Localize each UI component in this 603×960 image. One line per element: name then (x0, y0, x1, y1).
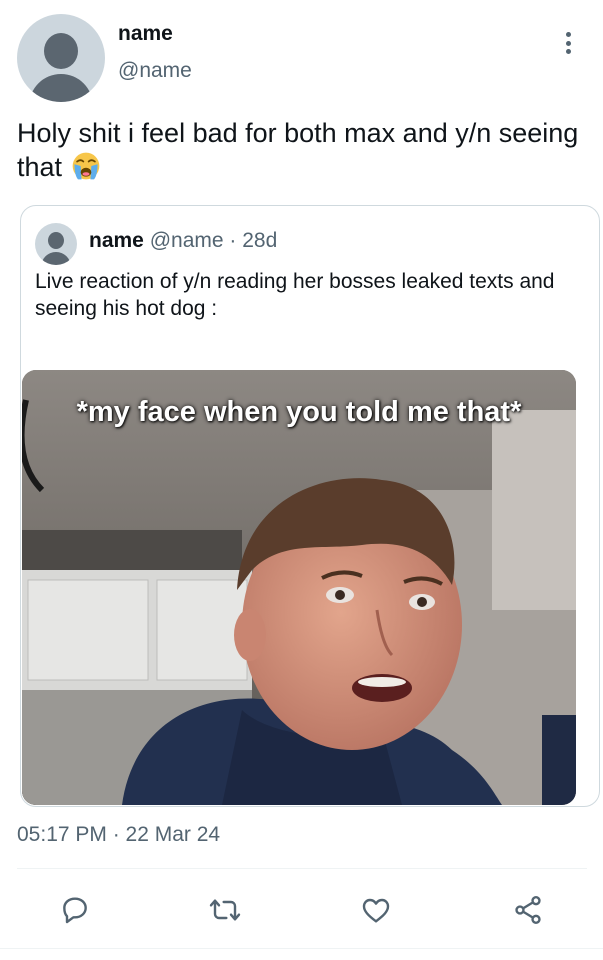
like-icon (362, 898, 390, 923)
reply-icon (63, 897, 87, 924)
share-button[interactable] (508, 890, 548, 930)
tweet-timestamp[interactable]: 05:17 PM · 22 Mar 24 (17, 823, 220, 847)
reply-button[interactable] (55, 890, 95, 930)
share-icon (515, 896, 541, 924)
meme-caption: *my face when you told me that* (76, 396, 522, 428)
author-handle[interactable]: @name (118, 59, 192, 83)
retweet-button[interactable] (205, 890, 245, 930)
quoted-tweet-text: Live reaction of y/n reading her bosses … (35, 270, 555, 320)
quoted-tweet-card[interactable]: name @name · 28d Live reaction of y/n re… (20, 205, 600, 807)
retweet-icon (209, 899, 241, 921)
loudly-crying-face-icon (72, 152, 99, 180)
quoted-author-avatar[interactable] (35, 223, 77, 265)
divider (17, 868, 587, 869)
avatar-head-shape (44, 33, 78, 69)
author-avatar[interactable] (17, 14, 105, 102)
like-button[interactable] (356, 890, 396, 930)
avatar-body-shape (41, 252, 71, 265)
quoted-author-handle[interactable]: @name (150, 229, 224, 252)
bottom-divider (0, 948, 603, 949)
tweet-text: Holy shit i feel bad for both max and y/… (17, 116, 587, 184)
quoted-author-display-name[interactable]: name (89, 229, 144, 252)
avatar-body-shape (29, 74, 93, 102)
meme-photo (22, 370, 576, 805)
header-separator: · (229, 229, 237, 252)
quoted-tweet-media[interactable]: *my face when you told me that* (22, 370, 576, 805)
action-bar (0, 890, 603, 930)
avatar-head-shape (48, 232, 64, 249)
more-options-icon[interactable] (558, 28, 578, 58)
quoted-tweet-header: name @name · 28d (89, 229, 277, 253)
quoted-tweet-age: 28d (242, 229, 278, 252)
author-display-name[interactable]: name (118, 22, 173, 46)
